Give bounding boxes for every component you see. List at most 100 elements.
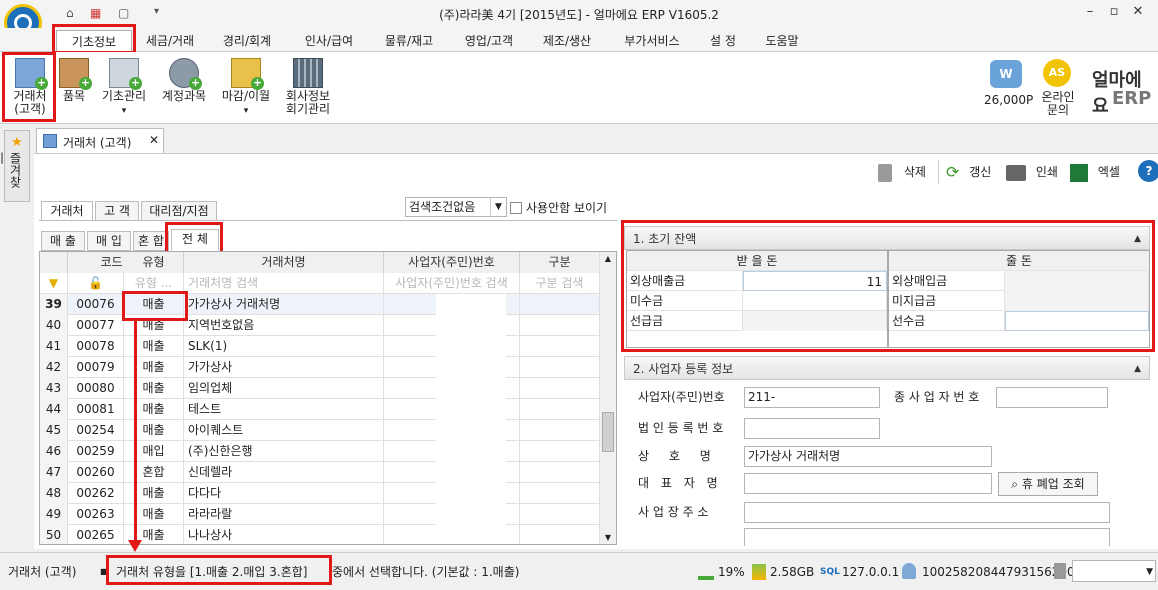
chevron-down-icon[interactable]: ▼ bbox=[490, 198, 506, 216]
restore-button[interactable]: ▫ bbox=[1104, 4, 1124, 19]
grid-cell-category[interactable] bbox=[520, 315, 600, 336]
grid-cell-name[interactable]: SLK(1) bbox=[184, 336, 384, 357]
closing-ribbon-button[interactable]: + 마감/이월 ▾ bbox=[218, 58, 274, 118]
grid-cell-type[interactable]: 매입 bbox=[124, 441, 184, 462]
grid-cell-no[interactable]: 46 bbox=[40, 441, 68, 462]
grid-cell-name[interactable]: 다다다 bbox=[184, 483, 384, 504]
grid-cell-name[interactable]: 나나상사 bbox=[184, 525, 384, 544]
table-row[interactable]: 4200079매출가가상사357- bbox=[40, 357, 600, 378]
address-input[interactable] bbox=[744, 502, 1110, 523]
grid-cell-name[interactable]: 테스트 bbox=[184, 399, 384, 420]
table-row[interactable]: 4300080매출임의업체101- bbox=[40, 378, 600, 399]
grid-cell-category[interactable] bbox=[520, 357, 600, 378]
grid-scrollbar[interactable]: ▲ ▼ bbox=[599, 252, 616, 544]
points-label[interactable]: 26,000P bbox=[984, 93, 1033, 107]
table-row[interactable]: 4600259매입(주)신한은행202- bbox=[40, 441, 600, 462]
account-subject-ribbon-button[interactable]: + 계정과목 bbox=[156, 58, 212, 103]
grid-cell-category[interactable] bbox=[520, 294, 600, 315]
grid-cell-code[interactable]: 00081 bbox=[68, 399, 124, 420]
menu-manufacturing[interactable]: 제조/생산 bbox=[534, 30, 600, 52]
tab-type-mixed[interactable]: 혼 합 bbox=[133, 231, 169, 251]
grid-cell-name[interactable]: (주)신한은행 bbox=[184, 441, 384, 462]
biz-no-input[interactable]: 211- bbox=[744, 387, 880, 408]
doc-tab-customer[interactable]: 거래처 (고객) ✕ bbox=[36, 128, 164, 154]
menu-help[interactable]: 도움말 bbox=[756, 30, 808, 52]
grid-cell-name[interactable]: 아이퀘스트 bbox=[184, 420, 384, 441]
grid-cell-code[interactable]: 00076 bbox=[68, 294, 124, 315]
favorites-side-tab[interactable]: ★ 즐겨찾기 bbox=[0, 130, 30, 202]
grid-cell-code[interactable]: 00259 bbox=[68, 441, 124, 462]
help-icon[interactable]: ? bbox=[1138, 160, 1158, 182]
online-inquiry-button[interactable]: 온라인 문의 bbox=[1038, 91, 1078, 117]
filter-biz[interactable]: 사업자(주민)번호 검색 bbox=[384, 273, 520, 294]
menu-settings[interactable]: 설 정 bbox=[700, 30, 746, 52]
grid-cell-code[interactable]: 00079 bbox=[68, 357, 124, 378]
grid-cell-code[interactable]: 00260 bbox=[68, 462, 124, 483]
grid-cell-code[interactable]: 00077 bbox=[68, 315, 124, 336]
grid-cell-no[interactable]: 39 bbox=[40, 294, 68, 315]
as-icon[interactable]: AS bbox=[1043, 59, 1071, 87]
grid-cell-no[interactable]: 49 bbox=[40, 504, 68, 525]
table-row[interactable]: 4400081매출테스트126- bbox=[40, 399, 600, 420]
tab-customer[interactable]: 거래처 bbox=[41, 201, 93, 221]
grid-cell-category[interactable] bbox=[520, 504, 600, 525]
chevron-down-icon[interactable]: ▼ bbox=[1146, 563, 1153, 582]
grid-header-biz[interactable]: 사업자(주민)번호 bbox=[384, 252, 520, 273]
grid-cell-code[interactable]: 00080 bbox=[68, 378, 124, 399]
filter-funnel-icon[interactable]: ▼ bbox=[40, 273, 68, 294]
grid-cell-type[interactable]: 매출 bbox=[124, 378, 184, 399]
print-button[interactable]: 인쇄 bbox=[1006, 160, 1060, 184]
scroll-up-icon[interactable]: ▲ bbox=[600, 254, 616, 263]
grid-cell-name[interactable]: 신데렐라 bbox=[184, 462, 384, 483]
item-ribbon-button[interactable]: + 품목 bbox=[46, 58, 102, 103]
status-dropdown[interactable]: ▼ bbox=[1072, 560, 1156, 582]
grid-cell-category[interactable] bbox=[520, 483, 600, 504]
grid-cell-code[interactable]: 00078 bbox=[68, 336, 124, 357]
tab-agency[interactable]: 대리점/지점 bbox=[141, 201, 217, 221]
grid-header-category[interactable]: 구분 bbox=[520, 252, 600, 273]
w-coin-icon[interactable]: W bbox=[990, 60, 1022, 88]
tab-type-sales[interactable]: 매 출 bbox=[41, 231, 85, 251]
grid-cell-type[interactable]: 매출 bbox=[124, 336, 184, 357]
doc-tab-close-icon[interactable]: ✕ bbox=[149, 133, 159, 147]
menu-extra-services[interactable]: 부가서비스 bbox=[614, 30, 690, 52]
close-button[interactable]: ✕ bbox=[1128, 4, 1148, 19]
grid-cell-no[interactable]: 41 bbox=[40, 336, 68, 357]
grid-cell-no[interactable]: 47 bbox=[40, 462, 68, 483]
search-condition-select[interactable]: 검색조건없음 ▼ bbox=[405, 197, 507, 217]
refresh-button[interactable]: ⟳ 갱신 bbox=[946, 160, 1000, 184]
grid-cell-no[interactable]: 44 bbox=[40, 399, 68, 420]
bizinfo-section-header[interactable]: 2. 사업자 등록 정보 ▲ bbox=[624, 356, 1150, 380]
tab-type-purchase[interactable]: 매 입 bbox=[87, 231, 131, 251]
corp-no-input[interactable] bbox=[744, 418, 880, 439]
grid-cell-name[interactable]: 가가상사 bbox=[184, 357, 384, 378]
sub-biz-input[interactable] bbox=[996, 387, 1108, 408]
show-unused-checkbox[interactable] bbox=[510, 202, 522, 214]
grid-cell-code[interactable]: 00262 bbox=[68, 483, 124, 504]
grid-cell-category[interactable] bbox=[520, 462, 600, 483]
basic-management-ribbon-button[interactable]: + 기초관리 ▾ bbox=[96, 58, 152, 118]
grid-cell-category[interactable] bbox=[520, 336, 600, 357]
representative-input[interactable] bbox=[744, 473, 992, 494]
table-row[interactable]: 4500254매출아이퀘스트101- bbox=[40, 420, 600, 441]
filter-name[interactable]: 거래처명 검색 bbox=[184, 273, 384, 294]
grid-cell-code[interactable]: 00263 bbox=[68, 504, 124, 525]
grid-cell-name[interactable]: 가가상사 거래처명 bbox=[184, 294, 384, 315]
table-row[interactable]: 48 00262 매출 다다다 bbox=[40, 483, 600, 504]
menu-accounting[interactable]: 경리/회계 bbox=[214, 30, 280, 52]
grid-cell-no[interactable]: 43 bbox=[40, 378, 68, 399]
menu-tax[interactable]: 세금/거래 bbox=[138, 30, 202, 52]
grid-cell-category[interactable] bbox=[520, 378, 600, 399]
scroll-down-icon[interactable]: ▼ bbox=[600, 533, 616, 542]
grid-cell-code[interactable]: 00254 bbox=[68, 420, 124, 441]
grid-cell-no[interactable]: 50 bbox=[40, 525, 68, 544]
scroll-thumb[interactable] bbox=[602, 412, 614, 452]
table-row[interactable]: 5000265매출나나상사129- bbox=[40, 525, 600, 544]
grid-cell-category[interactable] bbox=[520, 420, 600, 441]
grid-cell-type[interactable]: 혼합 bbox=[124, 462, 184, 483]
grid-cell-code[interactable]: 00265 bbox=[68, 525, 124, 544]
grid-cell-type[interactable]: 매출 bbox=[124, 504, 184, 525]
grid-cell-type[interactable]: 매출 bbox=[124, 483, 184, 504]
table-row[interactable]: 4700260혼합신데렐라555- bbox=[40, 462, 600, 483]
menu-hr[interactable]: 인사/급여 bbox=[296, 30, 362, 52]
